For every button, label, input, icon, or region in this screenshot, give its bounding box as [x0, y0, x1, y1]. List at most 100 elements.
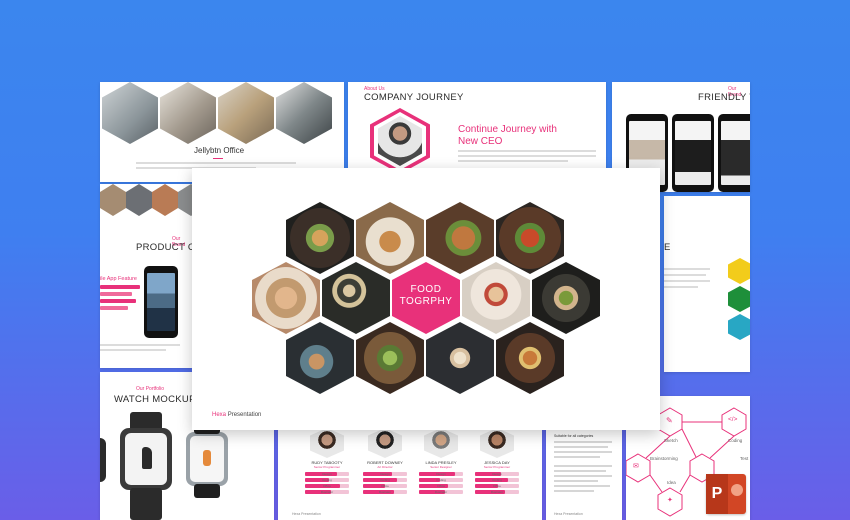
food-photo [532, 262, 600, 334]
skill-bar: Office [363, 484, 407, 488]
food-photo [462, 262, 530, 334]
skill-label-test: Test [740, 456, 749, 461]
skill-bar: Design [363, 472, 407, 476]
phone-model-3 [718, 114, 750, 192]
side-hex-3 [728, 314, 750, 340]
side-body-line [664, 286, 698, 288]
skill-bar: Design [419, 472, 463, 476]
office-photo-2 [160, 82, 216, 144]
food-photo [286, 322, 354, 394]
product-phone [144, 266, 178, 338]
food-photo [356, 202, 424, 274]
text-line [554, 441, 612, 443]
product-body-line [100, 344, 180, 346]
side-hex-1 [728, 258, 750, 284]
skill-label-coding: Coding [728, 438, 743, 443]
skill-bar: Office [475, 484, 519, 488]
team-member-role: Art Director [377, 465, 393, 469]
product-thumb-1 [100, 184, 126, 216]
product-thumb-2 [126, 184, 152, 216]
skill-bar: Coding [475, 478, 519, 482]
team-photo-2 [368, 428, 402, 458]
feature-bar-3 [100, 299, 136, 303]
slide-team[interactable]: RUDY TABOOTY Senior Programmer ROBERT DO… [278, 426, 542, 520]
text-line [554, 456, 600, 458]
skill-bar: Illustrator [363, 490, 407, 494]
team-photo-4 [480, 428, 514, 458]
text-line [554, 480, 598, 482]
product-title: PRODUCT CO [136, 242, 192, 253]
food-photo [496, 202, 564, 274]
side-body-line [664, 274, 706, 276]
lightbulb-icon: ✦ [667, 497, 673, 504]
powerpoint-icon-letter: P [706, 474, 728, 514]
slide-main-foodtogrphy[interactable]: FOOD TOGRPHY Hexa Presentation [192, 168, 660, 430]
skill-bar: Design [475, 472, 519, 476]
skill-bar: Illustrator [475, 490, 519, 494]
skill-bar: Coding [305, 478, 349, 482]
skill-label-sketch: Sketch [664, 438, 678, 443]
skill-label-brainstorming: Brainstorming [650, 456, 678, 461]
slide-office[interactable]: Jellybtn Office [100, 82, 344, 182]
main-footer: Hexa Presentation [212, 412, 261, 418]
powerpoint-icon-chart [731, 484, 743, 496]
slide-side[interactable]: E [664, 196, 750, 372]
watch-1-screen [125, 433, 167, 485]
character-icon [203, 450, 211, 466]
side-body-line [664, 280, 710, 282]
food-center-title-2: TOGRPHY [399, 296, 453, 307]
product-thumb-3 [152, 184, 178, 216]
phone-model-2 [672, 114, 714, 192]
watch-3-edge [100, 438, 106, 482]
watch-1 [120, 428, 172, 490]
text-line [554, 470, 606, 472]
rooster-icon [142, 447, 152, 469]
side-title: E [664, 242, 671, 253]
text-footer: Hexa Presentation [554, 512, 583, 516]
watch-kicker: Our Portfolio [136, 386, 165, 392]
feature-bar-4 [100, 306, 128, 310]
text-line [554, 475, 612, 477]
office-body-line [136, 162, 296, 164]
team-member-role: Senior Programmer [483, 465, 511, 469]
feature-bar-2 [100, 292, 132, 296]
skill-bar: Coding [419, 478, 463, 482]
skill-bar: Illustrator [305, 490, 349, 494]
watch-title: WATCH MOCKUP [114, 394, 196, 405]
office-photo-1 [102, 82, 158, 144]
friendly-title: FRIENDLY WE [698, 92, 750, 103]
team-member-role: Senior Designer [430, 465, 452, 469]
office-photo-4 [276, 82, 332, 144]
food-photo [496, 322, 564, 394]
chat-icon: ✉ [633, 463, 639, 470]
skill-bar: Office [305, 484, 349, 488]
food-photo [356, 322, 424, 394]
skill-bar: Office [419, 484, 463, 488]
slide-text[interactable]: Suitable for all categories Hexa Present… [546, 426, 622, 520]
slide-product[interactable]: Our Brand PRODUCT CO ile App Feature [100, 184, 192, 368]
journey-body-line [458, 155, 596, 157]
text-lead: Suitable for all categories [554, 434, 594, 438]
text-line [554, 485, 610, 487]
journey-body-line [458, 150, 596, 152]
team-photo-3 [424, 428, 458, 458]
skill-bar: Coding [363, 478, 407, 482]
watch-strap-bottom-2 [194, 484, 220, 498]
text-line [554, 490, 594, 492]
main-footer-text: Presentation [227, 412, 262, 418]
slide-company-journey[interactable]: About Us COMPANY JOURNEY Continue Journe… [348, 82, 606, 172]
food-center-title-1: FOOD [410, 284, 442, 295]
text-line [554, 446, 608, 448]
team-photo-1 [310, 428, 344, 458]
code-icon: </> [728, 416, 738, 423]
product-thumb-4 [178, 184, 192, 216]
powerpoint-icon[interactable]: P [706, 474, 746, 514]
team-footer: Hexa Presentation [292, 512, 321, 516]
office-title-underline [213, 158, 223, 159]
product-feature-title: ile App Feature [100, 276, 137, 282]
side-body-line [664, 268, 710, 270]
side-hex-2 [728, 286, 750, 312]
watch-strap-bottom-1 [130, 488, 162, 520]
food-photo [322, 262, 390, 334]
skill-bar: Design [305, 472, 349, 476]
